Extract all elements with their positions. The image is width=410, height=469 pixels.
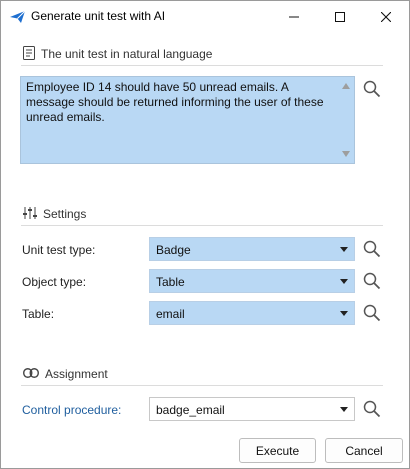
natural-language-header: The unit test in natural language xyxy=(23,45,212,63)
sliders-icon xyxy=(23,206,37,223)
settings-header: Settings xyxy=(23,205,86,223)
scroll-down-icon[interactable] xyxy=(342,151,350,157)
maximize-icon xyxy=(335,11,345,22)
control-procedure-value: badge_email xyxy=(156,403,225,417)
minimize-icon xyxy=(289,16,299,17)
document-icon xyxy=(23,45,35,63)
scroll-up-icon[interactable] xyxy=(342,83,350,89)
title-bar[interactable]: Generate unit test with AI xyxy=(1,1,409,32)
object-type-search-button[interactable] xyxy=(362,271,382,291)
search-icon xyxy=(363,304,381,322)
natural-language-textarea[interactable]: Employee ID 14 should have 50 unread ema… xyxy=(20,76,355,164)
window-title: Generate unit test with AI xyxy=(31,9,166,23)
close-button[interactable] xyxy=(363,1,409,32)
control-procedure-select[interactable]: badge_email xyxy=(149,397,355,421)
link-icon xyxy=(23,367,39,381)
natural-language-header-label: The unit test in natural language xyxy=(41,47,213,61)
close-icon xyxy=(381,11,391,22)
unit-test-type-label: Unit test type: xyxy=(22,243,96,257)
object-type-select[interactable]: Table xyxy=(149,269,355,293)
search-icon xyxy=(363,400,381,418)
section-divider xyxy=(21,65,383,66)
natural-language-search-button[interactable] xyxy=(362,79,382,99)
settings-header-label: Settings xyxy=(43,207,87,221)
control-procedure-label[interactable]: Control procedure: xyxy=(22,403,121,417)
search-icon xyxy=(363,80,381,98)
search-icon xyxy=(363,240,381,258)
cancel-button[interactable]: Cancel xyxy=(325,438,403,463)
assignment-header: Assignment xyxy=(23,365,108,383)
object-type-label: Object type: xyxy=(22,275,87,289)
table-select[interactable]: email xyxy=(149,301,355,325)
send-icon xyxy=(10,10,26,24)
section-divider xyxy=(21,225,383,226)
chevron-down-icon xyxy=(340,247,348,252)
execute-button[interactable]: Execute xyxy=(239,438,316,463)
table-label: Table: xyxy=(22,307,55,321)
assignment-header-label: Assignment xyxy=(45,367,108,381)
chevron-down-icon xyxy=(340,279,348,284)
natural-language-text: Employee ID 14 should have 50 unread ema… xyxy=(26,80,324,124)
unit-test-type-select[interactable]: Badge xyxy=(149,237,355,261)
table-search-button[interactable] xyxy=(362,303,382,323)
object-type-value: Table xyxy=(156,275,185,289)
chevron-down-icon xyxy=(340,311,348,316)
chevron-down-icon xyxy=(340,407,348,412)
dialog-window: Generate unit test with AI The unit test… xyxy=(0,0,410,469)
textarea-scrollbar[interactable] xyxy=(338,77,354,163)
section-divider xyxy=(21,385,383,386)
control-procedure-search-button[interactable] xyxy=(362,399,382,419)
unit-test-type-search-button[interactable] xyxy=(362,239,382,259)
maximize-button[interactable] xyxy=(317,1,363,32)
minimize-button[interactable] xyxy=(271,1,317,32)
search-icon xyxy=(363,272,381,290)
unit-test-type-value: Badge xyxy=(156,243,191,257)
table-value: email xyxy=(156,307,185,321)
